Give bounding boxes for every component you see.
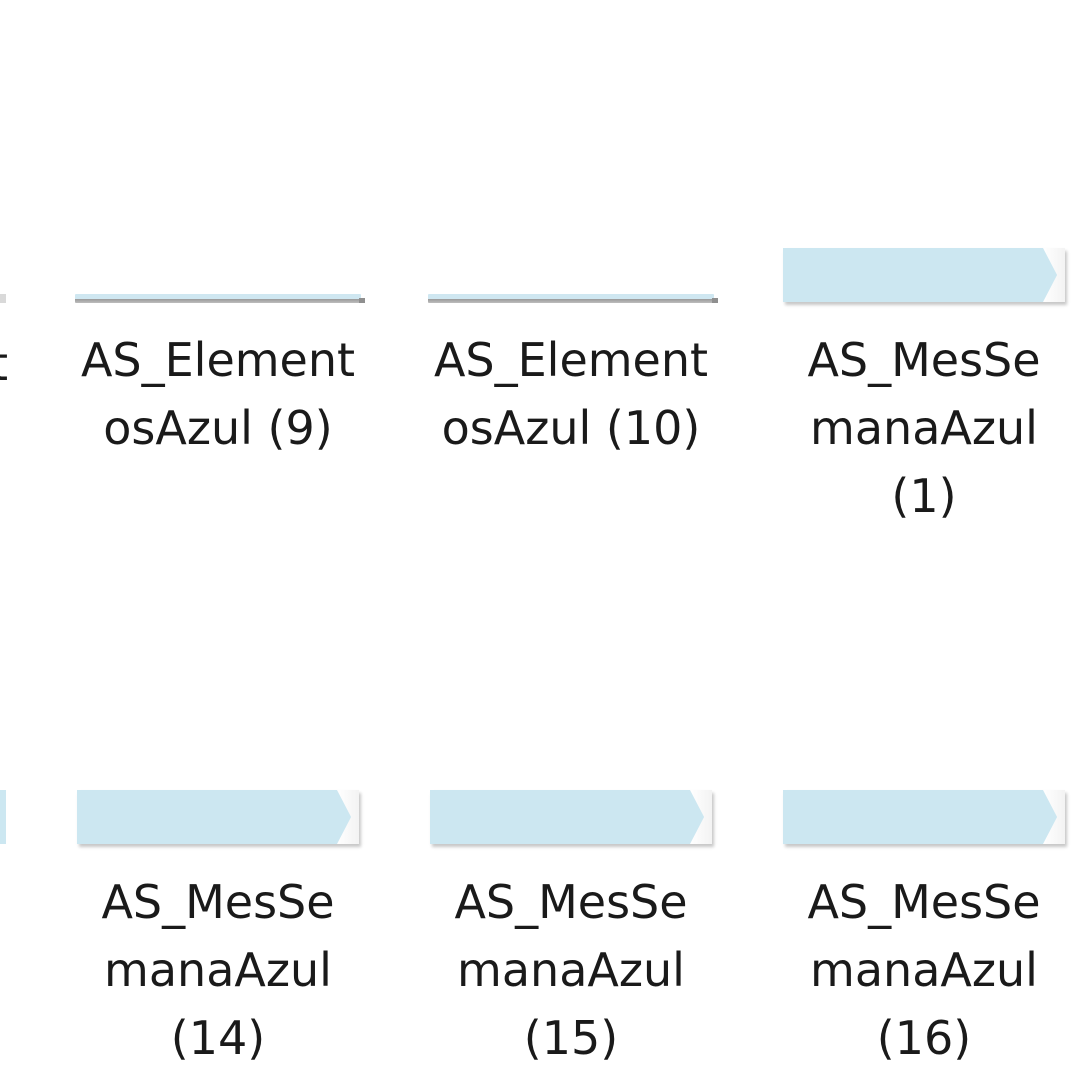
partial-thumbnail-top[interactable] [0, 294, 6, 303]
file-thumbnail [783, 248, 1065, 302]
file-thumbnail [430, 790, 712, 844]
file-item-elementos-azul-9[interactable]: AS_Element osAzul (9) [48, 240, 388, 480]
file-item-messemana-azul-14[interactable]: AS_MesSe manaAzul (14) [48, 782, 388, 1079]
file-thumbnail [428, 294, 718, 303]
file-label: AS_MesSe manaAzul (1) [807, 333, 1041, 523]
file-label: AS_Element osAzul (10) [433, 333, 709, 455]
file-item-messemana-azul-1[interactable]: AS_MesSe manaAzul (1) [754, 240, 1079, 540]
file-label: AS_MesSe manaAzul (15) [454, 875, 688, 1065]
file-item-messemana-azul-15[interactable]: AS_MesSe manaAzul (15) [401, 782, 741, 1079]
partial-file-label[interactable]: t [0, 330, 8, 398]
file-label: AS_Element osAzul (9) [80, 333, 356, 455]
file-thumbnail [77, 790, 359, 844]
file-item-messemana-azul-16[interactable]: AS_MesSe manaAzul (16) [754, 782, 1079, 1079]
partial-thumbnail-bottom[interactable] [0, 790, 6, 844]
file-label: AS_MesSe manaAzul (16) [807, 875, 1041, 1065]
file-thumbnail [75, 294, 365, 303]
file-item-elementos-azul-10[interactable]: AS_Element osAzul (10) [401, 240, 741, 480]
file-thumbnail [783, 790, 1065, 844]
file-label: AS_MesSe manaAzul (14) [101, 875, 335, 1065]
